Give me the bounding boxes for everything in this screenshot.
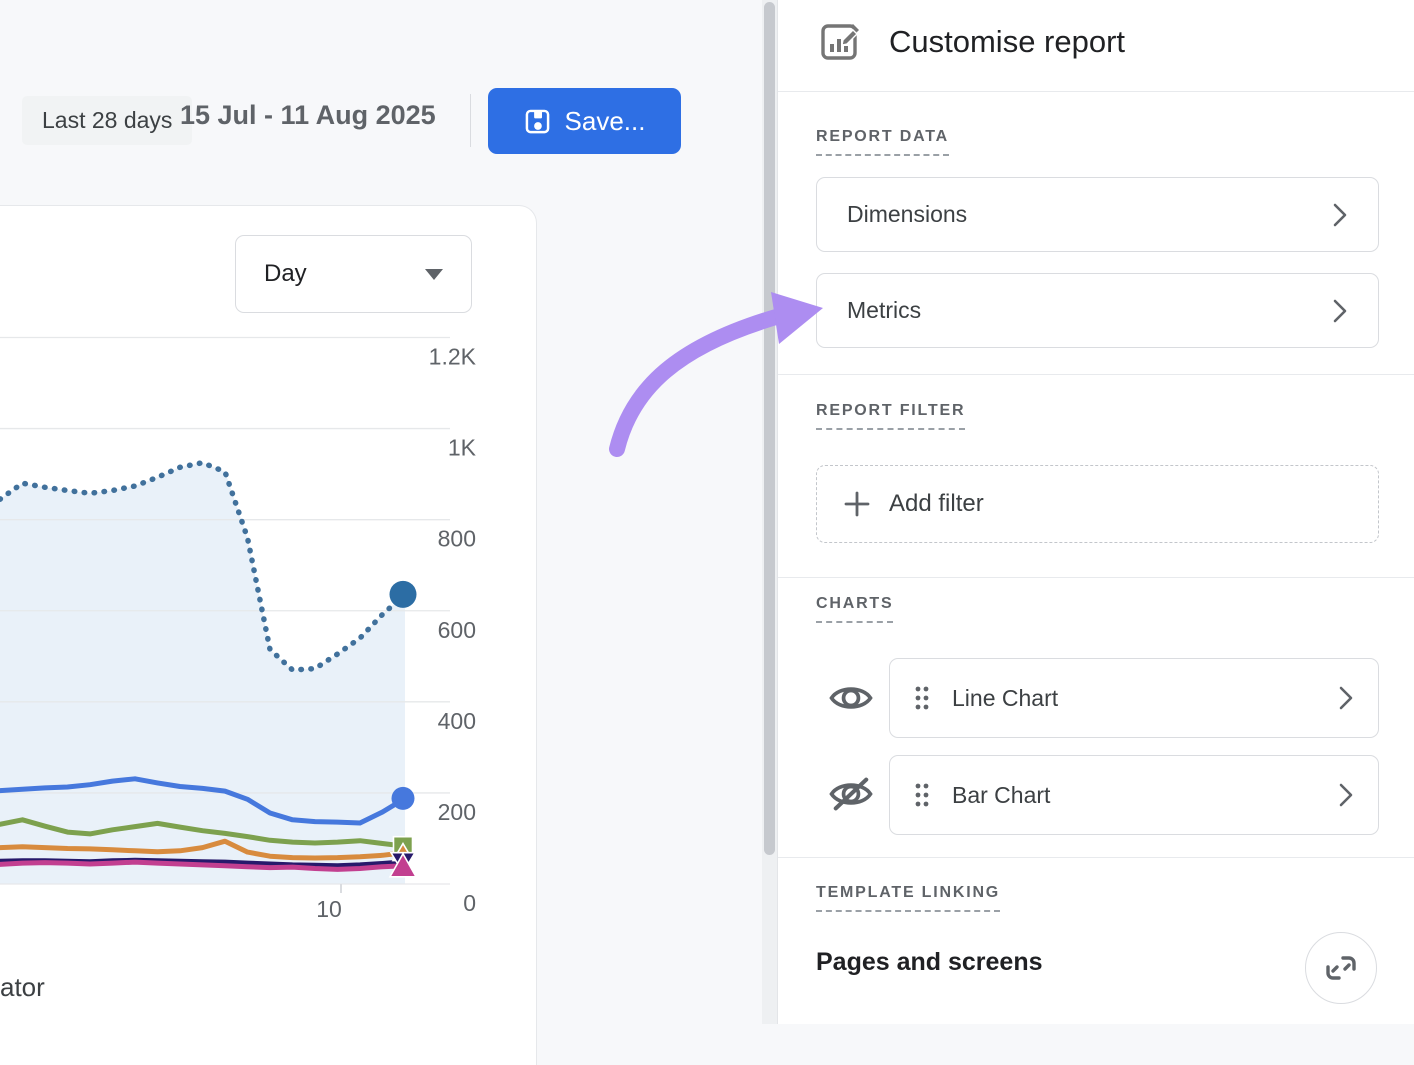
- panel-divider: [778, 857, 1414, 858]
- y-axis-tick-label: 1.2K: [429, 344, 477, 370]
- chevron-right-icon: [1338, 685, 1354, 711]
- panel-divider: [778, 91, 1414, 92]
- date-range-label[interactable]: 15 Jul - 11 Aug 2025: [180, 100, 436, 131]
- drag-handle-icon[interactable]: [914, 685, 930, 711]
- drag-handle-icon[interactable]: [914, 782, 930, 808]
- plus-icon: [843, 490, 871, 518]
- truncated-table-text: ator: [0, 972, 45, 1003]
- date-preset-chip[interactable]: Last 28 days: [22, 96, 192, 145]
- unlink-icon: [1323, 950, 1359, 986]
- line-chart-row[interactable]: Line Chart: [889, 658, 1379, 738]
- report-filter-heading: REPORT FILTER: [816, 402, 965, 430]
- chevron-right-icon: [1338, 782, 1354, 808]
- customise-report-panel: Customise report REPORT DATA Dimensions …: [777, 0, 1414, 1024]
- series-dotted-blue-total-end-marker: [390, 581, 417, 608]
- visibility-on-icon[interactable]: [829, 681, 873, 715]
- visibility-off-icon[interactable]: [829, 777, 873, 811]
- report-canvas-area: 1.2K 1K 800 600 400 200 0 10 Day ator Last 28 d…: [0, 0, 762, 1024]
- customize-report-icon: [819, 20, 863, 64]
- chevron-right-icon: [1332, 202, 1348, 228]
- metrics-row[interactable]: Metrics: [816, 273, 1379, 348]
- dimensions-label: Dimensions: [847, 201, 967, 228]
- unlink-template-button[interactable]: [1305, 932, 1377, 1004]
- y-axis-tick-label: 800: [438, 526, 476, 552]
- chevron-down-icon: [425, 269, 443, 280]
- metrics-label: Metrics: [847, 297, 921, 324]
- save-button-label: Save...: [565, 106, 646, 137]
- x-axis-tick-label: 10: [316, 896, 342, 922]
- charts-heading: CHARTS: [816, 595, 893, 623]
- panel-title: Customise report: [889, 24, 1125, 60]
- panel-divider: [778, 374, 1414, 375]
- toolbar-divider: [470, 94, 471, 147]
- series-blue-end-marker: [392, 787, 415, 810]
- bar-chart-label: Bar Chart: [952, 782, 1050, 809]
- add-filter-label: Add filter: [889, 490, 984, 518]
- report-data-heading: REPORT DATA: [816, 128, 949, 156]
- y-axis-tick-label: 200: [438, 799, 476, 825]
- dimensions-row[interactable]: Dimensions: [816, 177, 1379, 252]
- y-axis-tick-label: 0: [463, 890, 476, 916]
- granularity-value: Day: [264, 260, 307, 288]
- save-icon: [524, 108, 551, 135]
- y-axis-tick-label: 600: [438, 617, 476, 643]
- template-name-label: Pages and screens: [816, 948, 1043, 977]
- y-axis-tick-label: 400: [438, 708, 476, 734]
- panel-divider: [778, 577, 1414, 578]
- line-chart: 1.2K 1K 800 600 400 200 0 10: [0, 205, 537, 1024]
- scrollbar-thumb[interactable]: [764, 2, 775, 855]
- template-linking-heading: TEMPLATE LINKING: [816, 884, 1000, 912]
- bar-chart-row[interactable]: Bar Chart: [889, 755, 1379, 835]
- line-chart-label: Line Chart: [952, 685, 1058, 712]
- y-axis-tick-label: 1K: [448, 435, 477, 461]
- save-button[interactable]: Save...: [488, 88, 681, 154]
- add-filter-button[interactable]: Add filter: [816, 465, 1379, 543]
- granularity-dropdown[interactable]: Day: [235, 235, 472, 313]
- chevron-right-icon: [1332, 298, 1348, 324]
